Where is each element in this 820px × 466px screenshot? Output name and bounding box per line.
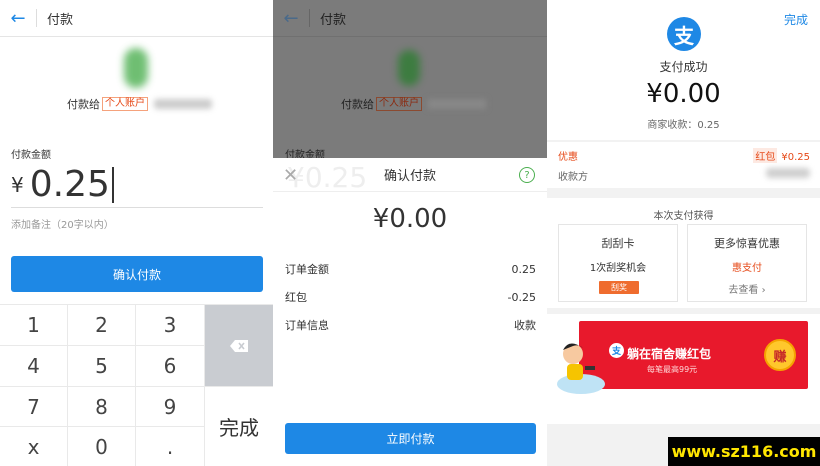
key-3[interactable]: 3 <box>136 305 204 345</box>
card-title: 更多惊喜优惠 <box>714 237 780 250</box>
payable-amount: ¥0.00 <box>372 204 448 234</box>
amount-label: 付款金额 <box>11 150 51 161</box>
divider <box>309 9 310 27</box>
payee-row: 收款方 <box>558 168 810 183</box>
card-subtitle: 惠支付 <box>732 263 762 274</box>
card-title: 刮刮卡 <box>601 237 635 250</box>
paid-amount: ¥0.00 <box>646 79 721 109</box>
success-title: 支付成功 <box>659 60 708 74</box>
ad-banner[interactable]: 支 躺在宿舍赚红包 每笔最高99元 赚 <box>579 321 808 389</box>
payee-avatar <box>398 50 420 86</box>
personal-account-badge: 个人账户 <box>376 97 422 111</box>
row-value: 收款 <box>514 319 536 332</box>
key-0[interactable]: 0 <box>68 427 135 466</box>
key-8[interactable]: 8 <box>68 387 135 426</box>
hongbao-row: 红包 -0.25 <box>285 283 536 311</box>
row-label: 红包 <box>285 291 307 304</box>
key-x[interactable]: x <box>0 427 67 466</box>
payment-breakdown: 优惠 红包 ¥0.25 收款方 <box>547 142 820 188</box>
key-6[interactable]: 6 <box>136 346 204 386</box>
back-arrow-icon: ← <box>283 7 299 29</box>
hongbao-amount: 红包 ¥0.25 <box>753 148 810 163</box>
back-arrow-icon[interactable]: ← <box>0 0 36 37</box>
page-title: 付款 <box>47 12 74 28</box>
top-bar: ← 付款 <box>0 0 273 37</box>
success-header: 完成 支 支付成功 ¥0.00 商家收款：0.25 <box>547 0 820 140</box>
ad-section: 支 躺在宿舍赚红包 每笔最高99元 赚 <box>547 314 820 424</box>
scratch-card[interactable]: 刮刮卡 1次刮奖机会 刮奖 <box>558 224 678 302</box>
backspace-icon <box>230 339 248 352</box>
numeric-keypad: 1 2 3 4 5 6 7 8 9 完成 x 0 . <box>0 304 273 466</box>
confirm-sheet: ¥0.25 ✕ 确认付款 ? ¥0.00 订单金额 0.25 红包 -0.25 … <box>273 158 547 466</box>
help-icon[interactable]: ? <box>519 167 535 183</box>
rewards-section: 本次支付获得 刮刮卡 1次刮奖机会 刮奖 更多惊喜优惠 惠支付 去查看 › <box>547 198 820 308</box>
ad-subtitle: 每笔最高99元 <box>647 365 698 374</box>
key-9[interactable]: 9 <box>136 387 204 426</box>
key-5[interactable]: 5 <box>68 346 135 386</box>
dimmed-background: ← 付款 付款给 个人账户 付款金额 <box>273 0 547 165</box>
site-watermark: www.sz116.com <box>668 437 820 466</box>
payee-avatar <box>124 48 148 88</box>
keypad-done-key[interactable]: 完成 <box>205 387 273 466</box>
confirm-payment-button[interactable]: 确认付款 <box>11 256 263 292</box>
row-label: 订单金额 <box>285 263 329 276</box>
cartoon-figure-icon <box>557 343 605 394</box>
payee-line: 付款给 个人账户 <box>67 96 212 112</box>
payee-prefix: 付款给 <box>341 98 374 111</box>
sheet-header: ¥0.25 ✕ 确认付款 ? <box>273 158 547 194</box>
background-amount: ¥0.25 <box>287 161 368 194</box>
order-info-row: 订单信息 收款 <box>285 311 536 339</box>
text-cursor <box>111 166 114 203</box>
payee-name-blurred <box>154 99 212 109</box>
payment-success-screen: 完成 支 支付成功 ¥0.00 商家收款：0.25 优惠 红包 ¥0.25 收款方… <box>547 0 820 466</box>
row-label: 订单信息 <box>285 319 329 332</box>
close-icon[interactable]: ✕ <box>283 165 298 186</box>
ad-title: 躺在宿舍赚红包 <box>627 347 712 361</box>
order-amount-row: 订单金额 0.25 <box>285 255 536 283</box>
personal-account-badge: 个人账户 <box>102 97 148 111</box>
alipay-logo-icon: 支 <box>667 17 701 51</box>
key-dot[interactable]: . <box>136 427 204 466</box>
scratch-button[interactable]: 刮奖 <box>599 281 639 294</box>
backspace-key[interactable] <box>205 305 273 386</box>
key-7[interactable]: 7 <box>0 387 67 426</box>
key-1[interactable]: 1 <box>0 305 67 345</box>
payee-line: 付款给 个人账户 <box>341 96 486 112</box>
key-4[interactable]: 4 <box>0 346 67 386</box>
payee-name-blurred <box>766 168 810 178</box>
row-value: -0.25 <box>507 290 536 304</box>
currency-symbol: ¥ <box>11 172 24 197</box>
card-subtitle: 1次刮奖机会 <box>589 263 647 274</box>
payee-prefix: 付款给 <box>67 98 100 111</box>
sheet-title: 确认付款 <box>383 169 436 184</box>
alipay-mini-logo-icon: 支 <box>609 343 624 358</box>
payee-info: 付款给 个人账户 <box>0 46 273 116</box>
payee-label: 收款方 <box>558 172 588 183</box>
view-more-link[interactable]: 去查看 › <box>688 281 806 296</box>
rewards-title: 本次支付获得 <box>653 211 714 222</box>
row-value: 0.25 <box>511 262 537 276</box>
more-offers-card[interactable]: 更多惊喜优惠 惠支付 去查看 › <box>687 224 807 302</box>
pay-now-button[interactable]: 立即付款 <box>285 423 536 454</box>
key-2[interactable]: 2 <box>68 305 135 345</box>
coin-icon: 赚 <box>764 339 796 371</box>
payment-entry-screen: ← 付款 付款给 个人账户 付款金额 ¥ 0.25 添加备注（20字以内） 确认… <box>0 0 273 466</box>
remark-input[interactable]: 添加备注（20字以内） <box>11 216 114 231</box>
page-title: 付款 <box>320 12 347 28</box>
merchant-received: 商家收款：0.25 <box>647 120 720 131</box>
promo-label: 优惠 <box>558 152 578 163</box>
top-bar: ← 付款 <box>273 0 547 37</box>
promo-row: 优惠 红包 ¥0.25 <box>558 148 810 163</box>
payee-name-blurred <box>428 99 486 109</box>
done-button[interactable]: 完成 <box>784 11 808 28</box>
confirm-payment-screen: ← 付款 付款给 个人账户 付款金额 ¥0.25 ✕ 确认付款 ? ¥0.00 … <box>273 0 547 466</box>
amount-value: 0.25 <box>29 164 110 205</box>
divider <box>36 9 37 27</box>
amount-input[interactable]: ¥ 0.25 <box>11 162 263 208</box>
order-details: 订单金额 0.25 红包 -0.25 订单信息 收款 <box>285 255 536 339</box>
